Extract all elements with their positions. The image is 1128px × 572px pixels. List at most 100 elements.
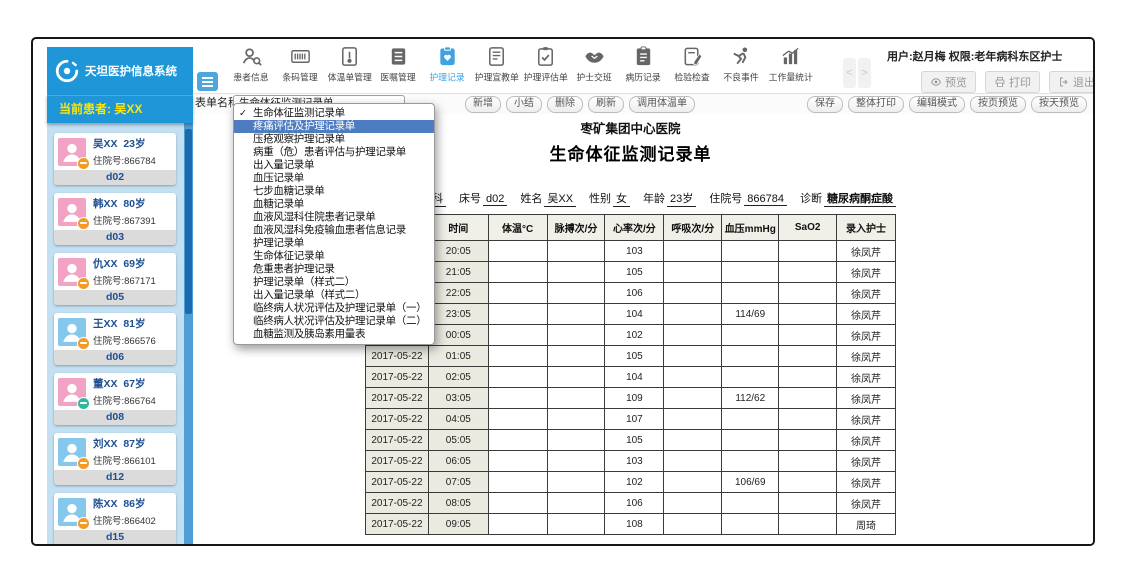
table-cell[interactable]	[722, 346, 779, 367]
table-cell[interactable]	[779, 409, 837, 430]
table-cell[interactable]: 107	[605, 409, 664, 430]
table-cell[interactable]: 105	[605, 430, 664, 451]
table-cell[interactable]: 02:05	[428, 367, 488, 388]
table-cell[interactable]	[779, 388, 837, 409]
table-cell[interactable]	[664, 304, 722, 325]
toolbar-item-education-doc[interactable]: 护理宣教单	[472, 45, 521, 84]
table-cell[interactable]	[779, 262, 837, 283]
table-cell[interactable]: 105	[605, 262, 664, 283]
table-cell[interactable]	[488, 325, 547, 346]
table-cell[interactable]	[547, 430, 605, 451]
toolbar-item-patient-info[interactable]: 患者信息	[227, 45, 276, 84]
table-cell[interactable]: 106	[605, 493, 664, 514]
table-cell[interactable]: 2017-05-22	[366, 430, 429, 451]
table-cell[interactable]: 103	[605, 451, 664, 472]
table-cell[interactable]: 05:05	[428, 430, 488, 451]
table-cell[interactable]: 04:05	[428, 409, 488, 430]
table-cell[interactable]	[779, 241, 837, 262]
table-cell[interactable]	[488, 241, 547, 262]
table-cell[interactable]	[488, 388, 547, 409]
patient-card[interactable]: 韩XX 80岁住院号:867391d03	[54, 193, 176, 245]
menu-item[interactable]: 疼痛评估及护理记录单	[234, 120, 434, 133]
table-cell[interactable]	[547, 241, 605, 262]
table-cell[interactable]	[488, 283, 547, 304]
table-cell[interactable]: 徐凤芹	[837, 283, 896, 304]
table-cell[interactable]	[488, 451, 547, 472]
table-cell[interactable]	[722, 325, 779, 346]
patient-card[interactable]: 刘XX 87岁住院号:866101d12	[54, 433, 176, 485]
menu-item[interactable]: 出入量记录单（样式二）	[234, 289, 434, 302]
table-cell[interactable]: 102	[605, 325, 664, 346]
table-cell[interactable]: 01:05	[428, 346, 488, 367]
table-cell[interactable]	[779, 367, 837, 388]
table-cell[interactable]	[547, 514, 605, 535]
table-cell[interactable]	[664, 493, 722, 514]
table-cell[interactable]	[488, 262, 547, 283]
table-cell[interactable]	[547, 325, 605, 346]
sidebar-scrollbar-thumb[interactable]	[185, 129, 192, 314]
menu-item[interactable]: 临终病人状况评估及护理记录单（一）	[234, 302, 434, 315]
table-cell[interactable]: 08:05	[428, 493, 488, 514]
record-action-button[interactable]: 新增	[465, 96, 501, 113]
table-cell[interactable]	[722, 430, 779, 451]
table-cell[interactable]	[722, 451, 779, 472]
table-cell[interactable]	[488, 367, 547, 388]
table-cell[interactable]	[488, 472, 547, 493]
record-action-button[interactable]: 删除	[547, 96, 583, 113]
toolbar-next-button[interactable]: >	[858, 58, 871, 88]
table-cell[interactable]: 06:05	[428, 451, 488, 472]
table-cell[interactable]: 09:05	[428, 514, 488, 535]
table-cell[interactable]: 102	[605, 472, 664, 493]
menu-item[interactable]: 血压记录单	[234, 172, 434, 185]
table-cell[interactable]	[488, 346, 547, 367]
table-cell[interactable]	[547, 409, 605, 430]
table-cell[interactable]	[664, 514, 722, 535]
table-cell[interactable]	[488, 409, 547, 430]
patient-card[interactable]: 陈XX 86岁住院号:866402d15	[54, 493, 176, 544]
table-cell[interactable]: 徐凤芹	[837, 367, 896, 388]
table-cell[interactable]: 108	[605, 514, 664, 535]
toolbar-item-adverse-event[interactable]: 不良事件	[717, 45, 766, 84]
menu-item[interactable]: 病重（危）患者评估与护理记录单	[234, 146, 434, 159]
table-cell[interactable]	[664, 472, 722, 493]
table-cell[interactable]	[664, 325, 722, 346]
table-cell[interactable]	[547, 262, 605, 283]
table-cell[interactable]	[664, 409, 722, 430]
table-cell[interactable]: 徐凤芹	[837, 262, 896, 283]
table-cell[interactable]	[547, 367, 605, 388]
menu-item[interactable]: 出入量记录单	[234, 159, 434, 172]
table-cell[interactable]: 112/62	[722, 388, 779, 409]
toolbar-item-lab-test[interactable]: 检验检查	[668, 45, 717, 84]
table-cell[interactable]	[722, 241, 779, 262]
view-action-button[interactable]: 编辑模式	[909, 96, 965, 113]
table-cell[interactable]	[664, 346, 722, 367]
table-cell[interactable]	[664, 262, 722, 283]
menu-item[interactable]: 护理记录单（样式二）	[234, 276, 434, 289]
menu-item[interactable]: 血液风湿科住院患者记录单	[234, 211, 434, 224]
table-cell[interactable]: 106	[605, 283, 664, 304]
record-action-button[interactable]: 调用体温单	[629, 96, 695, 113]
toolbar-item-barcode[interactable]: 条码管理	[276, 45, 325, 84]
table-cell[interactable]: 109	[605, 388, 664, 409]
table-cell[interactable]: 2017-05-22	[366, 514, 429, 535]
table-cell[interactable]: 104	[605, 367, 664, 388]
table-cell[interactable]: 徐凤芹	[837, 388, 896, 409]
table-cell[interactable]: 2017-05-22	[366, 451, 429, 472]
table-cell[interactable]	[779, 514, 837, 535]
table-cell[interactable]	[722, 493, 779, 514]
table-cell[interactable]	[547, 283, 605, 304]
table-cell[interactable]	[779, 430, 837, 451]
menu-item[interactable]: 血液风湿科免疫输血患者信息记录	[234, 224, 434, 237]
table-cell[interactable]: 22:05	[428, 283, 488, 304]
toolbar-item-handover-hands[interactable]: 护士交班	[570, 45, 619, 84]
toolbar-item-medical-record[interactable]: 病历记录	[619, 45, 668, 84]
table-cell[interactable]	[779, 493, 837, 514]
table-cell[interactable]: 徐凤芹	[837, 241, 896, 262]
table-cell[interactable]: 00:05	[428, 325, 488, 346]
table-cell[interactable]: 20:05	[428, 241, 488, 262]
table-cell[interactable]: 徐凤芹	[837, 409, 896, 430]
table-cell[interactable]	[664, 388, 722, 409]
table-cell[interactable]	[488, 430, 547, 451]
table-cell[interactable]: 徐凤芹	[837, 430, 896, 451]
table-cell[interactable]	[779, 472, 837, 493]
